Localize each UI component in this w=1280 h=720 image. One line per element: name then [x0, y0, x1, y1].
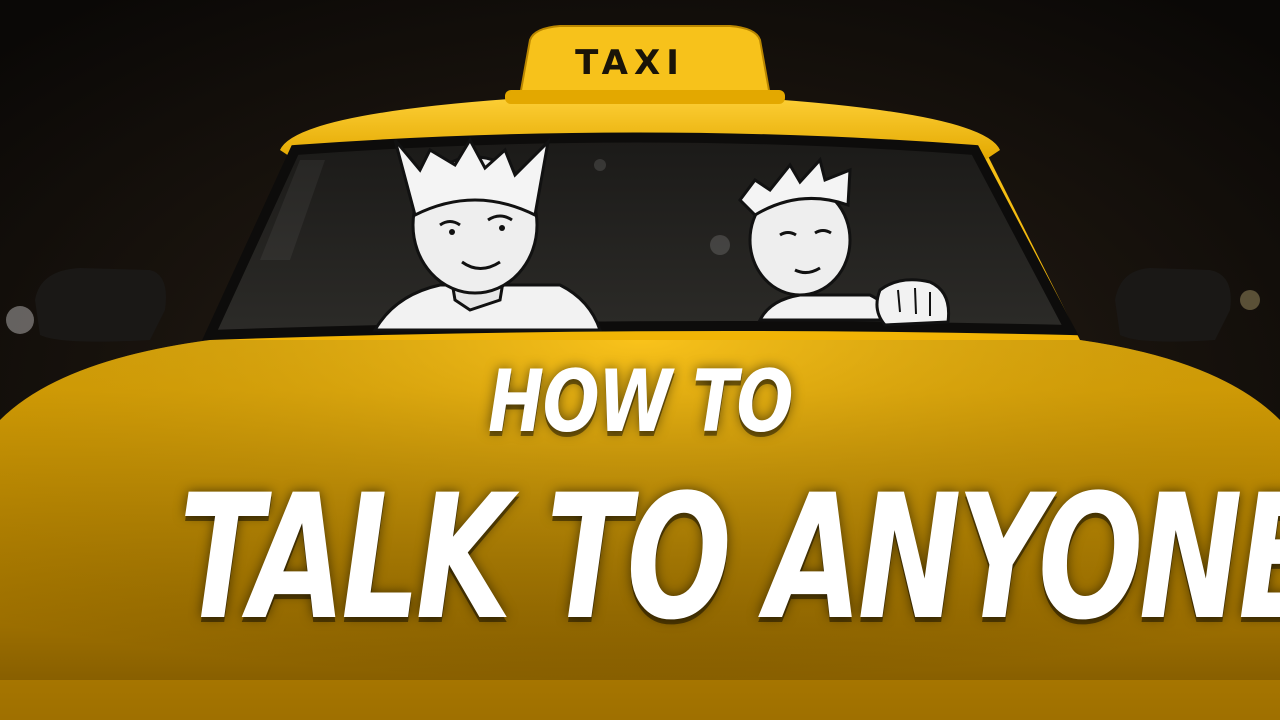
left-side-mirror — [35, 268, 166, 342]
headline-line-1: HOW TO — [488, 352, 793, 452]
headline-line-2: TALK TO ANYONE — [179, 457, 1280, 658]
taxi-sign-text: TAXI — [575, 43, 685, 83]
right-side-mirror — [1115, 268, 1231, 342]
